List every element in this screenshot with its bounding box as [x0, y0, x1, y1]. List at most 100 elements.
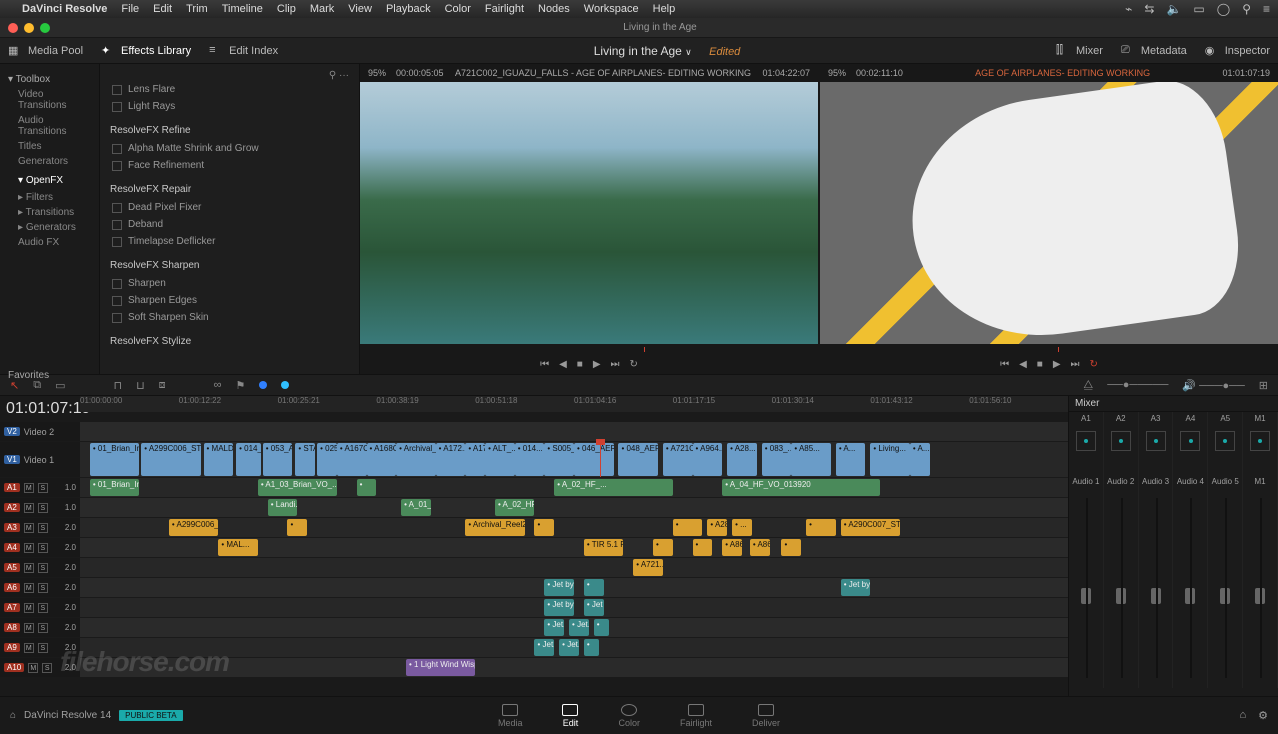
track-v1-content[interactable]: • 01_Brian_Int_Edit• A299C006_ST_MA...• …: [80, 442, 1068, 477]
mixer-button[interactable]: ⫿⫿Mixer: [1056, 44, 1103, 58]
metadata-button[interactable]: ⎚Metadata: [1121, 44, 1187, 58]
sidebar-item-ofx-transitions[interactable]: ▸ Transitions: [8, 205, 91, 220]
audio-clip[interactable]: • A_02_HF_...: [554, 479, 673, 496]
video-clip[interactable]: • A172...: [465, 443, 485, 476]
fx-lens-flare[interactable]: Lens Flare: [110, 81, 349, 98]
fx-light-rays[interactable]: Light Rays: [110, 98, 349, 115]
fx-face-refine[interactable]: Face Refinement: [110, 157, 349, 174]
insert-icon[interactable]: ⊓: [113, 379, 122, 392]
src-zoom[interactable]: 95%: [368, 68, 386, 78]
src-first-icon[interactable]: ⏮: [540, 359, 549, 370]
prg-stop-icon[interactable]: ■: [1037, 359, 1043, 370]
video-clip[interactable]: • 014...: [515, 443, 545, 476]
audio-clip[interactable]: • A_01_H_...: [401, 499, 431, 516]
track-a7-content[interactable]: • Jet by 1• Jet ...: [80, 598, 1068, 617]
source-image[interactable]: [360, 82, 818, 344]
openfx-group[interactable]: ▾ OpenFX: [8, 173, 91, 188]
audio-clip[interactable]: • ...: [732, 519, 752, 536]
link-icon[interactable]: ∞: [214, 379, 222, 391]
menu-view[interactable]: View: [348, 3, 372, 15]
menu-color[interactable]: Color: [445, 3, 471, 15]
fx-dead-pixel[interactable]: Dead Pixel Fixer: [110, 199, 349, 216]
audio-clip[interactable]: •: [584, 639, 599, 656]
pan-A4[interactable]: [1173, 425, 1208, 475]
close-button[interactable]: [8, 23, 18, 33]
menu-clip[interactable]: Clip: [277, 3, 296, 15]
menu-edit[interactable]: Edit: [153, 3, 172, 15]
mute-button[interactable]: M: [24, 623, 34, 633]
page-edit[interactable]: Edit: [562, 704, 578, 728]
audio-clip[interactable]: • A28...: [707, 519, 727, 536]
video-clip[interactable]: • A721C...: [663, 443, 693, 476]
solo-button[interactable]: S: [38, 623, 48, 633]
mute-button[interactable]: M: [24, 503, 34, 513]
video-clip[interactable]: • A28...: [727, 443, 757, 476]
status-volume-icon[interactable]: 🔈: [1166, 2, 1181, 16]
menu-fairlight[interactable]: Fairlight: [485, 3, 524, 15]
menu-nodes[interactable]: Nodes: [538, 3, 570, 15]
track-a9-content[interactable]: • Jet...• Jet...•: [80, 638, 1068, 657]
volume-icon[interactable]: 🔊 ───●──: [1182, 379, 1244, 392]
search-icon[interactable]: ⚲ ···: [110, 70, 349, 81]
mixer-bus-A4[interactable]: A4: [1173, 412, 1208, 425]
page-color[interactable]: Color: [618, 704, 640, 728]
audio-clip[interactable]: •: [534, 519, 554, 536]
pan-A5[interactable]: [1208, 425, 1243, 475]
menu-trim[interactable]: Trim: [186, 3, 208, 15]
track-a6-content[interactable]: • Jet by 1• • Jet by 1: [80, 578, 1068, 597]
video-clip[interactable]: • 083_...: [762, 443, 792, 476]
sidebar-item-titles[interactable]: Titles: [8, 139, 91, 154]
solo-button[interactable]: S: [38, 523, 48, 533]
video-clip[interactable]: • 048_AERIA...: [618, 443, 658, 476]
settings-gear-icon[interactable]: ⚙: [1258, 709, 1268, 722]
mixer-bus-A5[interactable]: A5: [1208, 412, 1243, 425]
menu-timeline[interactable]: Timeline: [222, 3, 263, 15]
mute-button[interactable]: M: [28, 663, 38, 673]
audio-clip[interactable]: • A1_03_Brian_VO_...: [258, 479, 337, 496]
video-clip[interactable]: • 025_AER...: [317, 443, 337, 476]
src-play-icon[interactable]: ▶: [593, 359, 601, 370]
audio-clip[interactable]: • A_02_HF_...: [495, 499, 535, 516]
mute-button[interactable]: M: [24, 583, 34, 593]
solo-button[interactable]: S: [38, 503, 48, 513]
audio-clip[interactable]: • TIR 5.1 FX ...: [584, 539, 624, 556]
audio-clip[interactable]: •: [693, 539, 713, 556]
mixer-bus-A1[interactable]: A1: [1069, 412, 1104, 425]
src-stop-icon[interactable]: ■: [577, 359, 583, 370]
app-menu[interactable]: DaVinci Resolve: [22, 3, 107, 15]
solo-button[interactable]: S: [38, 483, 48, 493]
video-clip[interactable]: • Archival_Reel20_...: [396, 443, 436, 476]
src-next-icon[interactable]: ⏭: [611, 359, 620, 370]
solo-button[interactable]: S: [38, 603, 48, 613]
video-clip[interactable]: • A172...: [436, 443, 466, 476]
audio-clip[interactable]: • A_04_HF_VO_013920: [722, 479, 880, 496]
pan-M1[interactable]: [1243, 425, 1278, 475]
track-a4-content[interactable]: • MAL...• TIR 5.1 FX ...• • • A86...• A8…: [80, 538, 1068, 557]
prg-play-icon[interactable]: ▶: [1053, 359, 1061, 370]
audio-clip[interactable]: •: [673, 519, 703, 536]
minimize-button[interactable]: [24, 23, 34, 33]
status-cloud-icon[interactable]: ⌁: [1125, 2, 1132, 16]
audio-clip[interactable]: •: [287, 519, 307, 536]
overwrite-icon[interactable]: ⊔: [136, 379, 145, 392]
solo-button[interactable]: S: [38, 583, 48, 593]
video-clip[interactable]: • Living...: [870, 443, 910, 476]
fx-alpha-matte[interactable]: Alpha Matte Shrink and Grow: [110, 140, 349, 157]
menu-playback[interactable]: Playback: [386, 3, 431, 15]
audio-clip[interactable]: •: [781, 539, 801, 556]
video-clip[interactable]: • 053_AERIA...: [263, 443, 293, 476]
track-v2-content[interactable]: [80, 422, 1068, 441]
pan-A2[interactable]: [1104, 425, 1139, 475]
src-scrubber[interactable]: [360, 344, 818, 354]
fader-Audio 3[interactable]: [1139, 488, 1174, 688]
menu-mark[interactable]: Mark: [310, 3, 334, 15]
fx-timelapse-deflicker[interactable]: Timelapse Deflicker: [110, 233, 349, 250]
status-battery-icon[interactable]: ▭: [1193, 2, 1204, 16]
program-image[interactable]: [820, 82, 1278, 344]
zoom-slider[interactable]: ──●─────: [1107, 379, 1168, 391]
mute-button[interactable]: M: [24, 563, 34, 573]
mute-button[interactable]: M: [24, 643, 34, 653]
sidebar-item-generators[interactable]: Generators: [8, 154, 91, 169]
audio-clip[interactable]: • Jet by 1: [841, 579, 871, 596]
track-a3-content[interactable]: • A299C006_ST_...• • Archival_Reel20_...…: [80, 518, 1068, 537]
